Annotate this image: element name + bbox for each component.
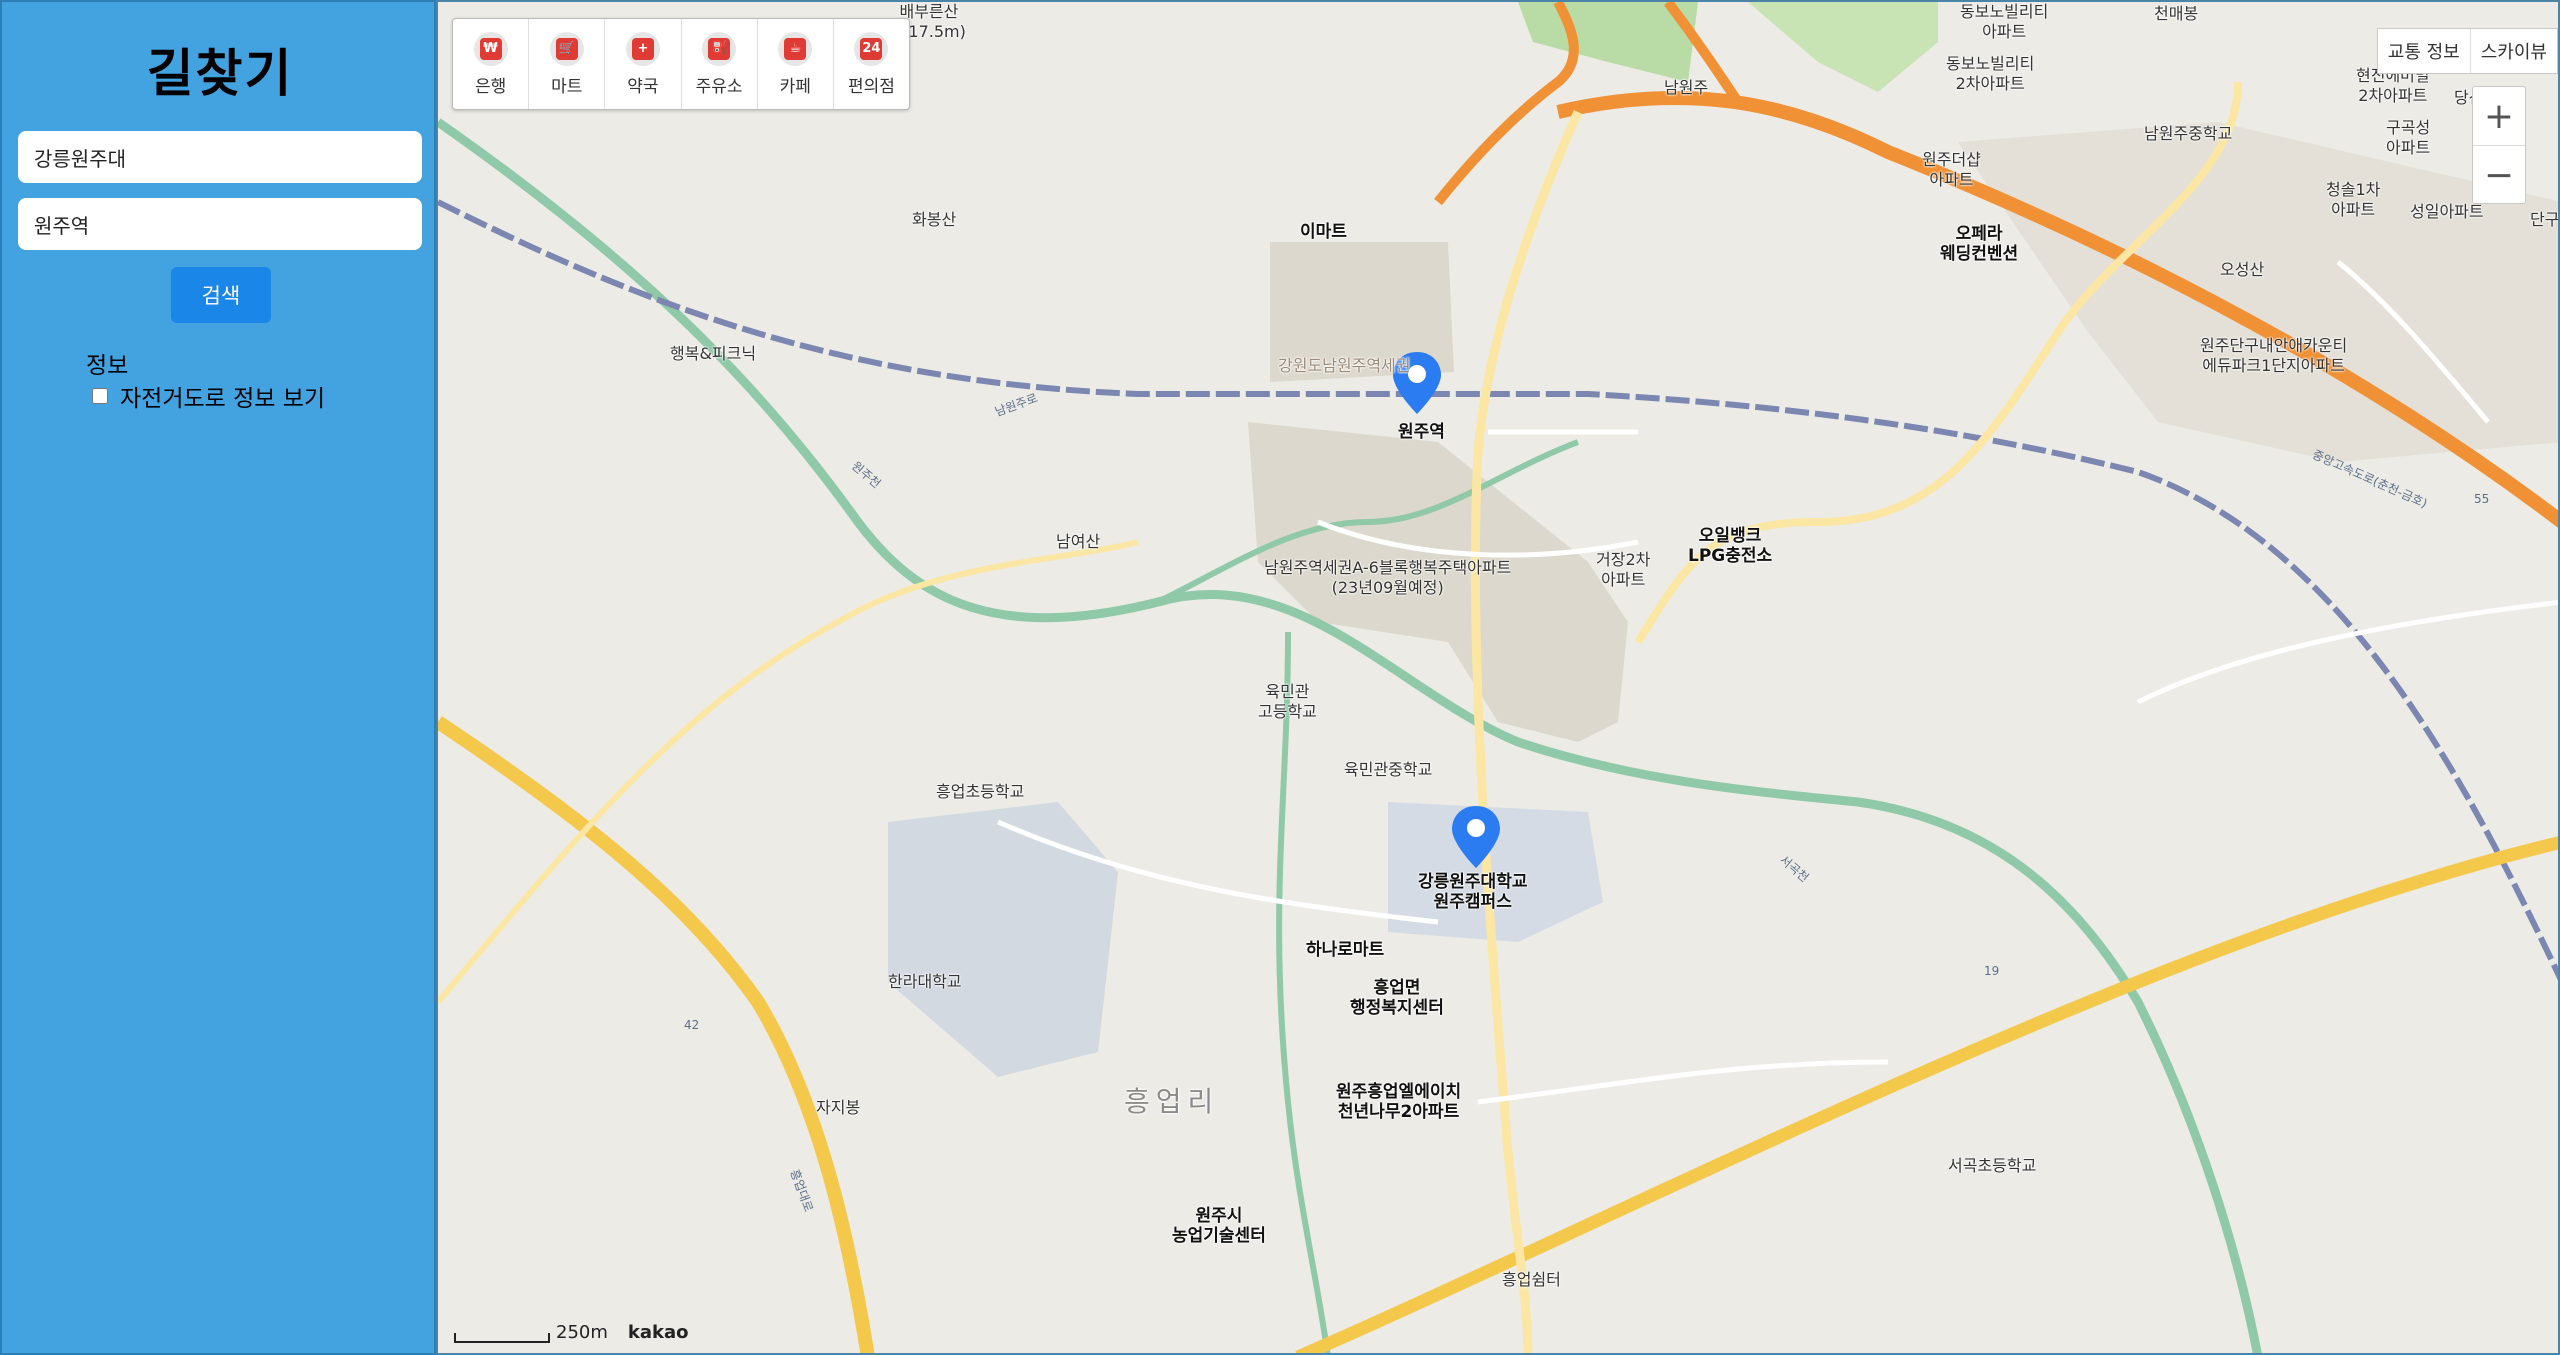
park-area — [1748, 2, 1938, 92]
category-label: 마트 — [551, 76, 583, 97]
map-label-heungupri: 흥업리 — [1124, 1085, 1220, 1118]
urban-block — [1958, 122, 2558, 462]
map-label-dangu: 단구 — [2530, 210, 2560, 229]
category-label: 카페 — [779, 76, 811, 97]
kakao-logo: kakao — [627, 1322, 689, 1343]
map-label-cheongsol: 청솔1차 아파트 — [2326, 180, 2381, 219]
sidebar: 길찾기 검색 정보 자전거도로 정보 보기 — [0, 0, 436, 1355]
category-gas-station[interactable]: ⛽ 주유소 — [682, 19, 758, 109]
destination-input[interactable] — [18, 198, 422, 250]
category-toolbar: ₩ 은행 🛒 마트 + 약국 ⛽ 주유소 ☕ 카페 24 편의점 — [452, 18, 910, 110]
map-label-cheonmae: 천매봉 — [2154, 4, 2199, 23]
category-label: 약국 — [627, 76, 659, 97]
map-label-dongbo: 동보노빌리티 2차아파트 — [1946, 54, 2035, 93]
category-mart[interactable]: 🛒 마트 — [529, 19, 606, 109]
skyview-button[interactable]: 스카이뷰 — [2471, 29, 2557, 73]
map-label-hanaro: 하나로마트 — [1306, 940, 1385, 960]
page-title: 길찾기 — [146, 45, 294, 104]
fuel-icon: ⛽ — [702, 31, 737, 66]
map-type-control: 교통 정보 스카이뷰 — [2376, 28, 2558, 74]
map-label-heungup-rest: 흥업쉼터 — [1502, 1270, 1561, 1289]
map-label-emart: 이마트 — [1300, 222, 1347, 242]
category-convenience-store[interactable]: 24 편의점 — [834, 19, 909, 109]
map-label-agri-center: 원주시 농업기술센터 — [1172, 1206, 1266, 1246]
scale-bar: 250m kakao — [454, 1322, 689, 1343]
road-label-42: 42 — [684, 1018, 700, 1032]
map-label-station: 원주역 — [1398, 422, 1445, 442]
map-label-sungil: 성일아파트 — [2410, 202, 2484, 221]
river — [1276, 631, 1331, 1353]
map-label-yukmin-high: 육민관 고등학교 — [1258, 682, 1317, 721]
bike-road-toggle[interactable]: 자전거도로 정보 보기 — [92, 379, 325, 413]
map-label-yukmin-mid: 육민관중학교 — [1344, 760, 1433, 779]
search-button[interactable]: 검색 — [171, 267, 271, 323]
category-label: 은행 — [474, 76, 507, 97]
map-label-hanra: 한라대학교 — [888, 972, 962, 991]
category-cafe[interactable]: ☕ 카페 — [758, 19, 834, 109]
road-label-55: 55 — [2474, 492, 2490, 506]
map-label-eduparks: 원주단구내안애카운티 에듀파크1단지아파트 — [2200, 336, 2348, 375]
bank-icon: ₩ — [473, 31, 508, 66]
category-bank[interactable]: ₩ 은행 — [453, 19, 530, 109]
zoom-control: + − — [2472, 86, 2526, 204]
map-label-lpg: 오일뱅크 LPG충전소 — [1688, 526, 1773, 566]
map-label-opera: 오페라 웨딩컨벤션 — [1940, 224, 2019, 264]
traffic-info-button[interactable]: 교통 정보 — [2378, 29, 2471, 73]
zoom-in-button[interactable]: + — [2473, 87, 2525, 146]
road-42 — [438, 716, 875, 1353]
map-label-station-area: 강원도남원주역세권 — [1278, 356, 1411, 375]
map-label-namwonju-ic: 남원주 — [1664, 78, 1709, 97]
map-label-university: 강릉원주대학교 원주캠퍼스 — [1418, 872, 1528, 912]
map-label-guguk: 구곡성 아파트 — [2386, 118, 2431, 157]
category-label: 편의점 — [847, 76, 895, 97]
map-label-namwonju-apt: 남원주역세권A-6블록행복주택아파트 (23년09월예정) — [1264, 558, 1512, 597]
map-label-namwonju-mid: 남원주중학교 — [2144, 124, 2233, 143]
map-canvas — [438, 2, 2558, 1353]
map-label-namyeo: 남여산 — [1056, 532, 1101, 551]
map-label-osung: 오성산 — [2220, 260, 2265, 279]
map-label-heungup-center: 흥업면 행정복지센터 — [1350, 978, 1444, 1018]
map-label-wonjudeoksap: 원주더샵 아파트 — [1922, 150, 1981, 189]
hanra-campus — [888, 802, 1118, 1077]
map-label-jaji: 자지봉 — [816, 1098, 861, 1117]
bike-road-checkbox[interactable] — [92, 388, 108, 404]
category-pharmacy[interactable]: + 약국 — [605, 19, 682, 109]
map-label-dongbo-top: 동보노빌리티 아파트 — [1960, 2, 2049, 41]
map-label-heungup-elem: 흥업초등학교 — [936, 782, 1025, 801]
category-label: 주유소 — [695, 76, 743, 97]
origin-input[interactable] — [18, 131, 422, 183]
info-heading: 정보 — [86, 353, 129, 379]
cafe-icon: ☕ — [778, 31, 813, 66]
store-icon: 24 — [854, 31, 889, 66]
scale-text: 250m — [556, 1322, 608, 1343]
bike-road-label: 자전거도로 정보 보기 — [120, 386, 326, 412]
map-label-seogok-elem: 서곡초등학교 — [1948, 1156, 2037, 1175]
map-label-hwabong: 화봉산 — [912, 210, 957, 229]
scale-bar-line — [454, 1333, 550, 1343]
cart-icon: 🛒 — [549, 31, 584, 66]
road-label-19: 19 — [1984, 964, 2000, 978]
pharmacy-icon: + — [625, 31, 660, 66]
zoom-out-button[interactable]: − — [2473, 146, 2525, 204]
map-label-haengbok: 행복&피크닉 — [670, 344, 757, 363]
map-label-heungup-apt: 원주흥업엘에이치 천년나무2아파트 — [1336, 1082, 1462, 1122]
map-label-geojang: 거장2차 아파트 — [1596, 550, 1651, 589]
map-view[interactable]: 원주역 강릉원주대학교 원주캠퍼스 이마트 남원주역세권A-6블록행복주택아파트… — [436, 0, 2560, 1355]
